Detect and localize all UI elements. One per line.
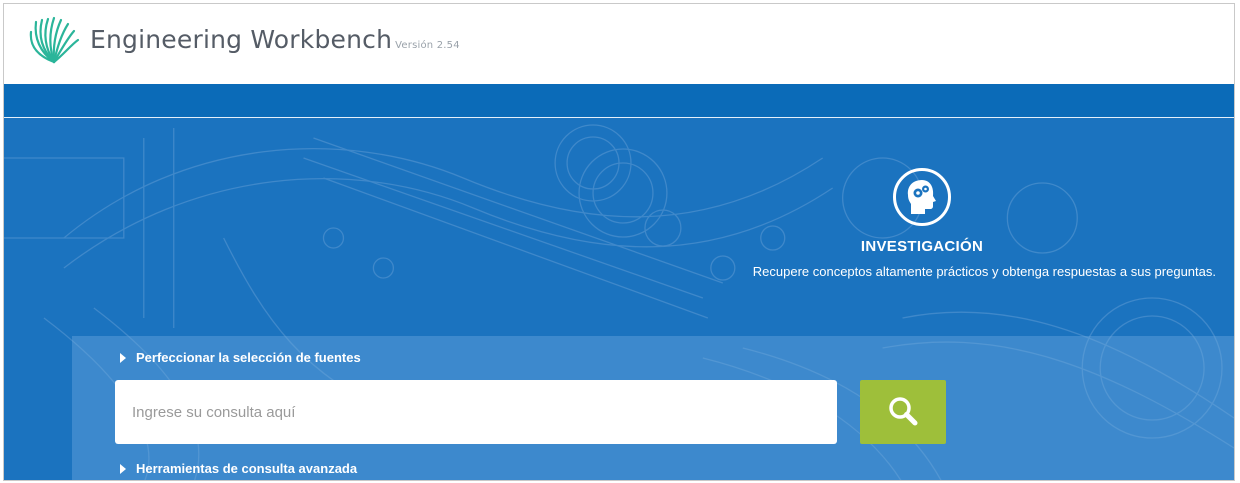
head-gears-icon — [893, 168, 951, 226]
search-icon — [889, 396, 918, 425]
fan-logo-icon — [29, 16, 80, 64]
app-header: Engineering Workbench Versión 2.54 — [4, 4, 1234, 84]
refine-sources-label: Perfeccionar la selección de fuentes — [136, 350, 361, 365]
feature-description: Recupere conceptos altamente prácticos y… — [752, 264, 1216, 279]
app-window: Engineering Workbench Versión 2.54 INVES… — [3, 3, 1235, 481]
search-input[interactable] — [115, 380, 837, 444]
feature-title: INVESTIGACIÓN — [860, 238, 984, 255]
search-panel: Perfeccionar la selección de fuentes Her… — [72, 336, 1234, 480]
app-version: Versión 2.54 — [395, 40, 460, 51]
nav-bar — [4, 84, 1234, 117]
advanced-query-toggle[interactable]: Herramientas de consulta avanzada — [120, 461, 357, 476]
search-button[interactable] — [860, 380, 946, 444]
caret-right-icon — [120, 463, 126, 474]
advanced-query-label: Herramientas de consulta avanzada — [136, 461, 358, 476]
hero-banner: INVESTIGACIÓN Recupere conceptos altamen… — [4, 117, 1234, 480]
app-title: Engineering Workbench Versión 2.54 — [90, 25, 460, 54]
caret-right-icon — [120, 352, 126, 363]
refine-sources-toggle[interactable]: Perfeccionar la selección de fuentes — [120, 350, 361, 365]
research-feature: INVESTIGACIÓN Recupere conceptos altamen… — [576, 168, 1216, 279]
app-title-text: Engineering Workbench — [90, 25, 393, 54]
